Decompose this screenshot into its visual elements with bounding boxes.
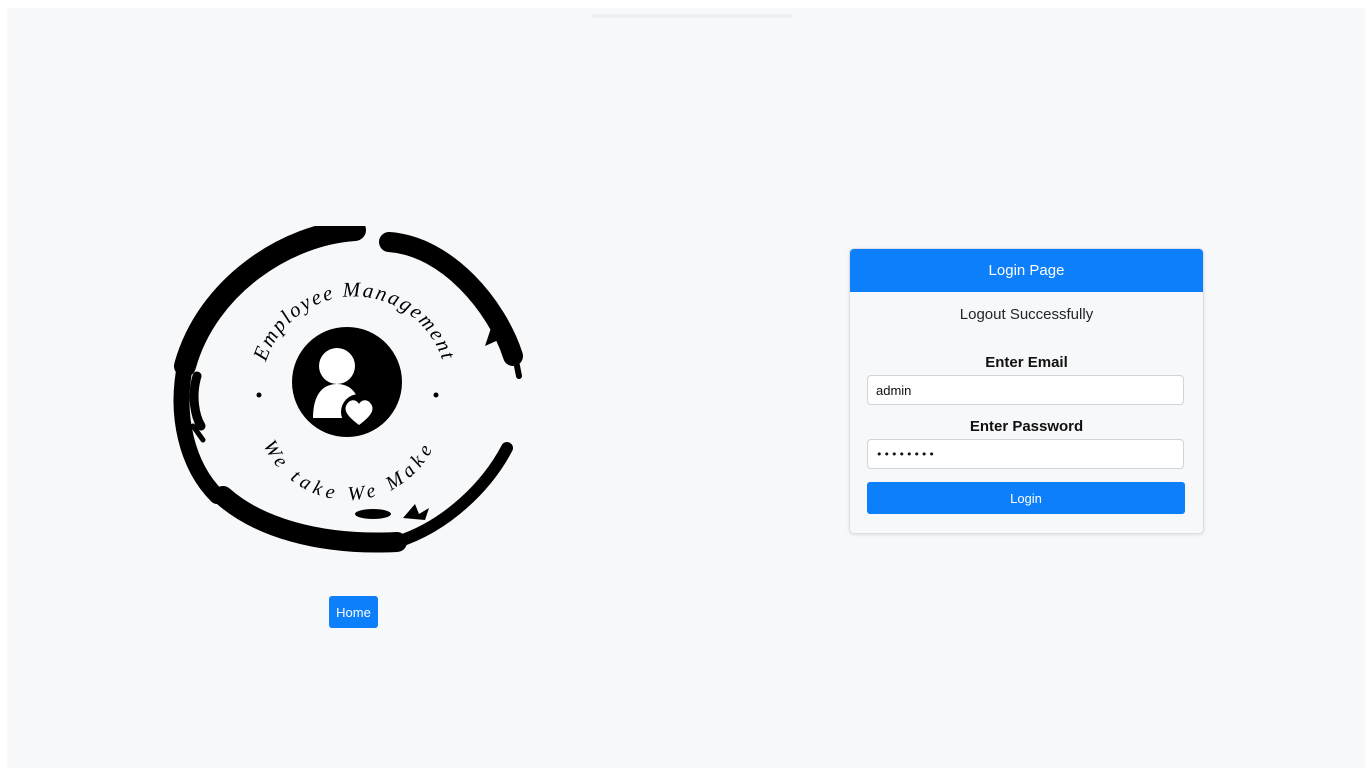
email-label: Enter Email xyxy=(985,354,1068,371)
email-input[interactable] xyxy=(867,375,1184,405)
logout-status-message: Logout Successfully xyxy=(959,306,1094,323)
login-card: Login Page Logout Successfully Enter Ema… xyxy=(849,248,1204,534)
company-logo: Employee Management We take We Make xyxy=(167,226,525,554)
password-input[interactable] xyxy=(867,439,1184,469)
login-card-title: Login Page xyxy=(988,262,1065,279)
top-edge-shadow xyxy=(592,14,792,18)
employee-heart-icon xyxy=(292,327,402,437)
home-button[interactable]: Home xyxy=(329,596,378,628)
login-button[interactable]: Login xyxy=(867,482,1185,514)
login-card-header: Login Page xyxy=(850,249,1203,292)
svg-text:We take We Make: We take We Make xyxy=(259,436,440,505)
password-label: Enter Password xyxy=(969,418,1084,435)
